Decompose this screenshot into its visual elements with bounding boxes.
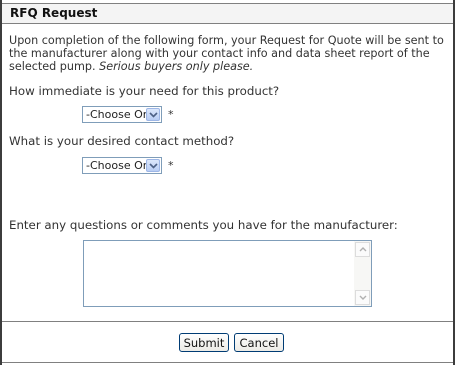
cancel-button[interactable]: Cancel [234,333,284,352]
contact-question-label: What is your desired contact method? [9,134,235,148]
scroll-down-icon[interactable] [355,290,370,305]
comments-textarea[interactable] [83,240,372,307]
chevron-down-icon[interactable] [146,159,160,172]
comments-question-label: Enter any questions or comments you have… [9,218,398,232]
contact-required-mark: * [168,159,174,172]
intro-emphasis: Serious buyers only please. [99,60,254,73]
rfq-header: RFQ Request [2,3,453,24]
rfq-form-panel: RFQ Request Upon completion of the follo… [0,0,455,365]
need-required-mark: * [168,108,174,121]
form-title: RFQ Request [10,6,98,20]
need-question-label: How immediate is your need for this prod… [9,84,280,98]
footer-divider [2,321,453,322]
need-select[interactable]: -Choose One- [82,106,162,123]
contact-select[interactable]: -Choose One- [82,157,162,174]
scroll-up-icon[interactable] [355,242,370,257]
bottom-border [2,362,453,363]
submit-button[interactable]: Submit [179,333,229,352]
chevron-down-icon[interactable] [146,108,160,121]
comments-scrollbar[interactable] [354,241,371,306]
intro-text: Upon completion of the following form, y… [9,34,449,73]
